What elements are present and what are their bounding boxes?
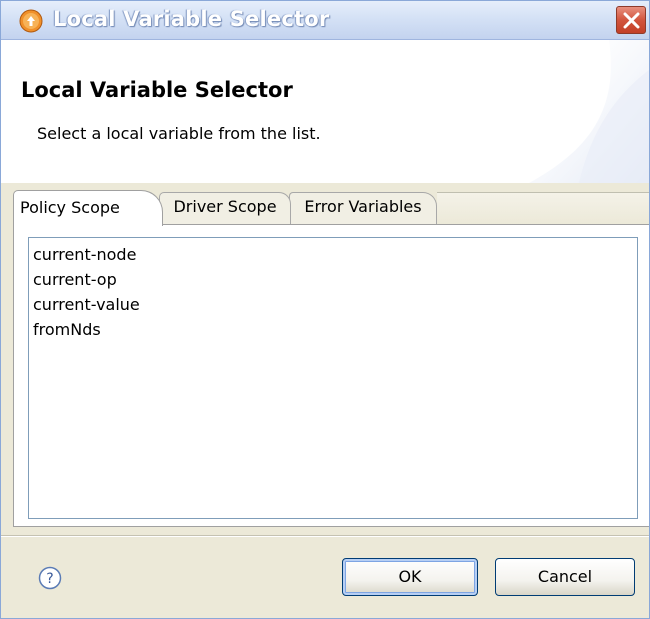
tab-driver-scope[interactable]: Driver Scope — [159, 192, 291, 224]
title-bar[interactable]: Local Variable Selector — [1, 1, 649, 40]
close-button[interactable] — [616, 6, 646, 34]
dialog-window: Local Variable Selector Local Variable S… — [0, 0, 650, 619]
cancel-button[interactable]: Cancel — [495, 558, 635, 596]
header-title: Local Variable Selector — [21, 78, 293, 102]
svg-text:?: ? — [46, 571, 53, 587]
window-title: Local Variable Selector — [53, 7, 330, 31]
footer-separator — [1, 535, 649, 537]
header-description: Select a local variable from the list. — [37, 124, 321, 143]
ok-button[interactable]: OK — [342, 558, 478, 596]
list-item[interactable]: current-node — [29, 242, 637, 267]
tab-error-variables[interactable]: Error Variables — [289, 192, 437, 224]
header-swirl-decoration — [529, 40, 649, 183]
tab-content-panel: current-node current-op current-value fr… — [13, 224, 649, 527]
list-item[interactable]: current-op — [29, 267, 637, 292]
tab-bar: Error Variables Driver Scope Policy Scop… — [1, 186, 649, 226]
tab-policy-scope[interactable]: Policy Scope — [13, 190, 163, 226]
list-item[interactable]: fromNds — [29, 317, 637, 342]
variable-list[interactable]: current-node current-op current-value fr… — [28, 237, 638, 519]
close-icon — [623, 12, 640, 29]
orange-circle-arrow-icon — [19, 9, 43, 33]
help-icon[interactable]: ? — [38, 566, 62, 590]
tab-strip — [437, 192, 649, 225]
dialog-header: Local Variable Selector Select a local v… — [1, 40, 649, 183]
list-item[interactable]: current-value — [29, 292, 637, 317]
